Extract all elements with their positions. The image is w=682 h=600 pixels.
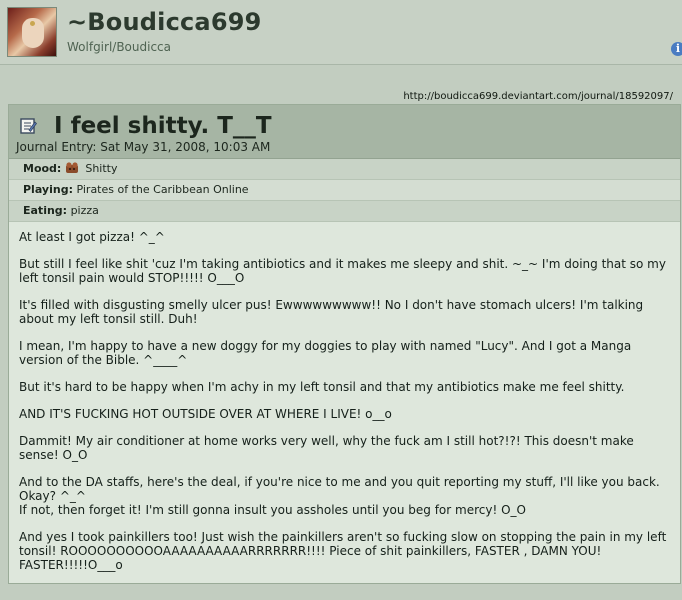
journal-paragraph: Dammit! My air conditioner at home works… (19, 434, 638, 462)
playing-row: Playing: Pirates of the Caribbean Online (9, 180, 680, 201)
journal-icon (20, 118, 37, 134)
mood-icon (65, 162, 78, 173)
journal-paragraph: At least I got pizza! ^_^ (19, 230, 165, 244)
journal-title: I feel shitty. T__T (54, 113, 272, 139)
mood-label: Mood: (23, 162, 62, 175)
playing-label: Playing: (23, 183, 73, 196)
journal-date: Journal Entry: Sat May 31, 2008, 10:03 A… (16, 140, 271, 154)
journal-paragraph: And yes I took painkillers too! Just wis… (19, 530, 671, 572)
journal-paragraph: But it's hard to be happy when I'm achy … (19, 380, 625, 394)
deviant-tagline: Wolfgirl/Boudicca (67, 40, 172, 54)
playing-value: Pirates of the Caribbean Online (76, 183, 249, 196)
mood-value: Shitty (85, 162, 118, 175)
journal-paragraph: I mean, I'm happy to have a new doggy fo… (19, 339, 635, 367)
journal-url[interactable]: http://boudicca699.deviantart.com/journa… (403, 91, 673, 102)
journal-body: At least I got pizza! ^_^ But still I fe… (9, 222, 680, 572)
journal-paragraph: AND IT'S FUCKING HOT OUTSIDE OVER AT WHE… (19, 407, 392, 421)
journal-paragraph: And to the DA staffs, here's the deal, i… (19, 475, 660, 517)
avatar[interactable] (7, 7, 57, 57)
journal-paragraph: It's filled with disgusting smelly ulcer… (19, 298, 647, 326)
eating-row: Eating: pizza (9, 201, 680, 222)
deviant-name[interactable]: ~Boudicca699 (67, 8, 262, 36)
journal-header: I feel shitty. T__T Journal Entry: Sat M… (9, 105, 680, 159)
deviant-header: ~Boudicca699 Wolfgirl/Boudicca i (0, 0, 682, 65)
journal-paragraph: But still I feel like shit 'cuz I'm taki… (19, 257, 670, 285)
info-icon[interactable]: i (671, 42, 682, 56)
avatar-gem (30, 21, 35, 26)
mood-row: Mood: Shitty (9, 159, 680, 180)
eating-value: pizza (70, 204, 99, 217)
eating-label: Eating: (23, 204, 68, 217)
journal-panel: I feel shitty. T__T Journal Entry: Sat M… (8, 104, 681, 584)
